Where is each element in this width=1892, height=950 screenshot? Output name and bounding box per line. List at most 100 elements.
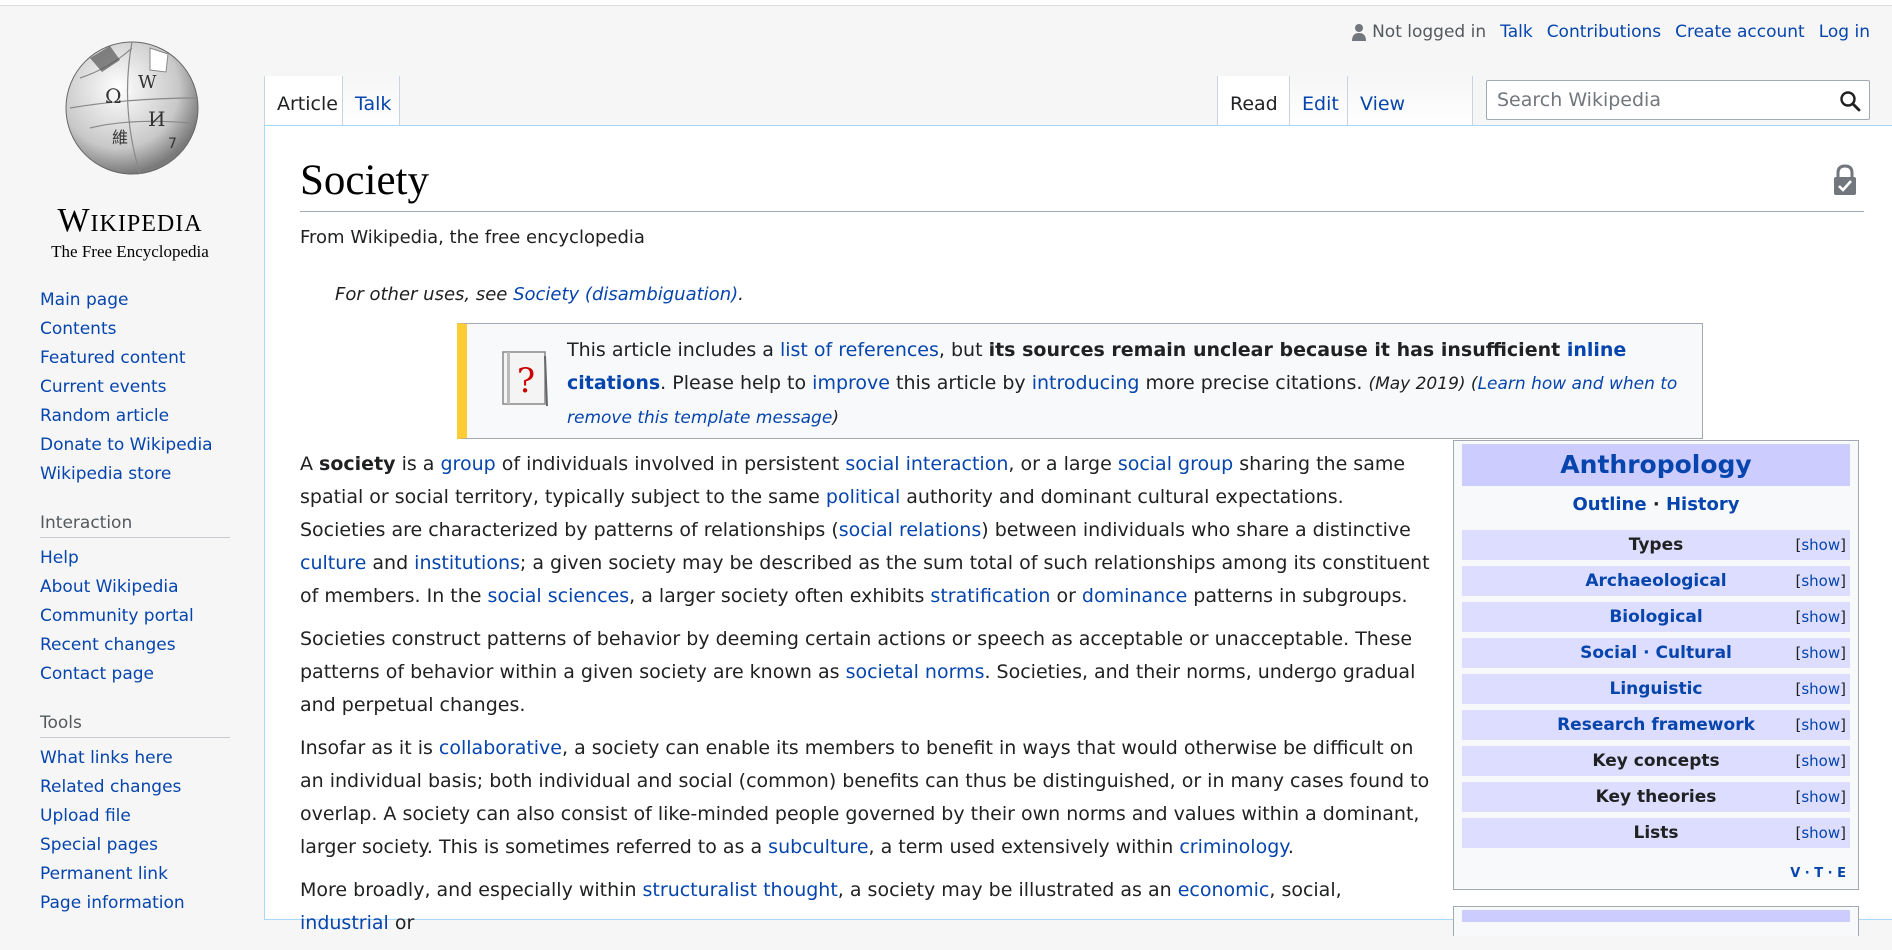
sidebar-item-about[interactable]: About Wikipedia [40, 577, 179, 597]
show-toggle[interactable]: [show] [1796, 566, 1847, 596]
sidebar-item-featured-content[interactable]: Featured content [40, 348, 186, 368]
link-stratification[interactable]: stratification [930, 585, 1050, 607]
create-account-link[interactable]: Create account [1675, 22, 1805, 42]
sidebar-item-related-changes[interactable]: Related changes [40, 777, 181, 797]
link-collaborative[interactable]: collaborative [439, 737, 562, 759]
sidebar-item-what-links-here[interactable]: What links here [40, 748, 173, 768]
sidebar-item-permanent-link[interactable]: Permanent link [40, 864, 168, 884]
sidebar-item-help[interactable]: Help [40, 548, 79, 568]
tab-talk[interactable]: Talk [342, 76, 400, 126]
tab-view-history[interactable]: View history [1347, 76, 1473, 171]
navbox-title[interactable]: Anthropology [1462, 444, 1850, 486]
list-of-references-link[interactable]: list of references [780, 339, 939, 361]
tab-read[interactable]: Read [1217, 76, 1289, 126]
show-link[interactable]: show [1801, 572, 1840, 590]
question-book-icon: ? [502, 351, 548, 407]
show-link[interactable]: show [1801, 536, 1840, 554]
link-social-group[interactable]: social group [1118, 453, 1233, 475]
show-link[interactable]: show [1801, 716, 1840, 734]
show-toggle[interactable]: [show] [1796, 782, 1847, 812]
sidebar-item-contact-page[interactable]: Contact page [40, 664, 154, 684]
link-social-relations[interactable]: social relations [839, 519, 982, 541]
sidebar-item-contents[interactable]: Contents [40, 319, 116, 339]
search-input[interactable] [1487, 81, 1827, 119]
navbox-row-types[interactable]: Types [show] [1462, 530, 1850, 560]
link-criminology[interactable]: criminology [1179, 836, 1288, 858]
link-structuralist-thought[interactable]: structuralist thought [643, 879, 838, 901]
show-toggle[interactable]: [show] [1796, 602, 1847, 632]
sidebar-item-random-article[interactable]: Random article [40, 406, 169, 426]
link-societal-norms[interactable]: societal norms [846, 661, 985, 683]
navbox-row-key-theories[interactable]: Key theories [show] [1462, 782, 1850, 812]
sidebar-item-recent-changes[interactable]: Recent changes [40, 635, 176, 655]
link-institutions[interactable]: institutions [414, 552, 520, 574]
navbox-row-lists[interactable]: Lists [show] [1462, 818, 1850, 848]
show-toggle[interactable]: [show] [1796, 818, 1847, 848]
sidebar-item-community-portal[interactable]: Community portal [40, 606, 194, 626]
vte-links[interactable]: V · T · E [1790, 866, 1846, 881]
sidebar-item-page-information[interactable]: Page information [40, 893, 185, 913]
show-toggle[interactable]: [show] [1796, 638, 1847, 668]
show-toggle[interactable]: [show] [1796, 674, 1847, 704]
sidebar-heading-interaction: Interaction [40, 513, 230, 538]
show-toggle[interactable]: [show] [1796, 710, 1847, 740]
show-link[interactable]: show [1801, 680, 1840, 698]
show-link[interactable]: show [1801, 644, 1840, 662]
link-culture[interactable]: culture [300, 552, 366, 574]
show-link[interactable]: show [1801, 752, 1840, 770]
navbox-row-label[interactable]: Archaeological [1585, 571, 1726, 591]
show-toggle[interactable]: [show] [1796, 746, 1847, 776]
sidebar-item-current-events[interactable]: Current events [40, 377, 167, 397]
sidebar-item-store[interactable]: Wikipedia store [40, 464, 171, 484]
notice-date: (May 2019) [1368, 374, 1466, 394]
anthropology-sidebar: Anthropology Outline · History Types [sho… [1453, 440, 1859, 890]
paragraph-4: More broadly, and especially within stru… [300, 874, 1430, 940]
navbox-row-research-framework[interactable]: Research framework [show] [1462, 710, 1850, 740]
show-link[interactable]: show [1801, 788, 1840, 806]
link-social-sciences[interactable]: social sciences [488, 585, 630, 607]
user-icon [1352, 24, 1367, 41]
navbox-row-archaeological[interactable]: Archaeological [show] [1462, 566, 1850, 596]
navbox-row-label[interactable]: Biological [1609, 607, 1702, 627]
sidebar-item-special-pages[interactable]: Special pages [40, 835, 158, 855]
introducing-link[interactable]: introducing [1032, 372, 1140, 394]
disambiguation-link[interactable]: Society (disambiguation) [513, 284, 738, 305]
text: More broadly, and especially within [300, 879, 643, 901]
link-political[interactable]: political [826, 486, 900, 508]
link-industrial[interactable]: industrial [300, 912, 389, 934]
navbox-row-label[interactable]: Linguistic [1609, 679, 1702, 699]
outline-link[interactable]: Outline [1573, 494, 1647, 515]
show-link[interactable]: show [1801, 824, 1840, 842]
text: is a [395, 453, 441, 475]
link-economic[interactable]: economic [1178, 879, 1270, 901]
link-dominance[interactable]: dominance [1082, 585, 1187, 607]
text: patterns in subgroups. [1187, 585, 1408, 607]
wordmark: Wikipedia [57, 202, 203, 239]
lock-icon[interactable] [1832, 164, 1858, 196]
show-link[interactable]: show [1801, 608, 1840, 626]
navbox-row-key-concepts[interactable]: Key concepts [show] [1462, 746, 1850, 776]
improve-link[interactable]: improve [812, 372, 890, 394]
link-social-interaction[interactable]: social interaction [845, 453, 1008, 475]
personal-talk-link[interactable]: Talk [1500, 22, 1533, 42]
navbox-row-social-cultural[interactable]: Social · Cultural [show] [1462, 638, 1850, 668]
logo-tagline: The Free Encyclopedia [51, 242, 209, 261]
navbox-row-biological[interactable]: Biological [show] [1462, 602, 1850, 632]
contributions-link[interactable]: Contributions [1547, 22, 1661, 42]
navbox-row-linguistic[interactable]: Linguistic [show] [1462, 674, 1850, 704]
notice-text: this article by [889, 372, 1032, 394]
show-toggle[interactable]: [show] [1796, 530, 1847, 560]
tab-article[interactable]: Article [264, 76, 342, 126]
sidebar-item-upload-file[interactable]: Upload file [40, 806, 131, 826]
tab-edit[interactable]: Edit [1289, 76, 1347, 126]
sidebar-item-main-page[interactable]: Main page [40, 290, 128, 310]
wikipedia-logo[interactable]: Ω W И 維 7 Wikipedia The Free Encyclopedi… [30, 28, 230, 261]
link-subculture[interactable]: subculture [768, 836, 868, 858]
link-group[interactable]: group [441, 453, 496, 475]
log-in-link[interactable]: Log in [1819, 22, 1870, 42]
navbox-row-label[interactable]: Social · Cultural [1580, 643, 1732, 663]
search-icon[interactable] [1839, 90, 1861, 112]
history-link[interactable]: History [1666, 494, 1740, 515]
navbox-row-label[interactable]: Research framework [1557, 715, 1755, 735]
sidebar-item-donate[interactable]: Donate to Wikipedia [40, 435, 213, 455]
